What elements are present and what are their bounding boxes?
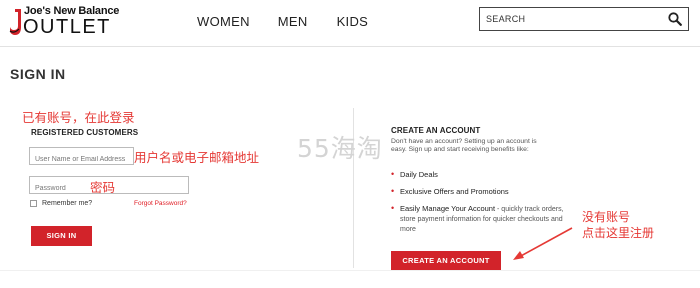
annotation-arrow-icon: [513, 227, 573, 260]
nav-kids[interactable]: KIDS: [337, 14, 369, 29]
benefit-title: Daily Deals: [400, 170, 438, 179]
login-annotation: 已有账号，在此登录: [22, 110, 135, 125]
list-item: Daily Deals: [391, 170, 576, 179]
password-annotation: 密码: [90, 180, 116, 195]
register-annotation-line2: 点击这里注册: [582, 226, 655, 240]
page-title: SIGN IN: [10, 66, 66, 82]
create-account-description: Don't have an account? Setting up an acc…: [391, 138, 537, 153]
search-icon[interactable]: [668, 12, 682, 26]
search-input[interactable]: [486, 11, 656, 27]
register-annotation-line1: 没有账号: [582, 210, 631, 224]
logo-outlet-text: OUTLET: [23, 16, 111, 38]
forgot-password-link[interactable]: Forgot Password?: [134, 200, 187, 207]
remember-me[interactable]: Remember me?: [30, 200, 92, 207]
sign-in-button[interactable]: SIGN IN: [31, 226, 92, 246]
benefit-title: Easily Manage Your Account: [400, 204, 496, 213]
search-box: [479, 7, 689, 31]
username-field[interactable]: [30, 151, 133, 168]
logo-mark-icon: [9, 9, 21, 35]
watermark: 55海淘: [297, 134, 383, 163]
username-annotation: 用户名或电子邮箱地址: [134, 150, 260, 165]
remember-me-label: Remember me?: [42, 200, 93, 207]
footer-divider: [0, 270, 700, 271]
list-item: Exclusive Offers and Promotions: [391, 187, 576, 196]
nav-women[interactable]: WOMEN: [197, 14, 250, 29]
create-account-button[interactable]: CREATE AN ACCOUNT: [391, 251, 501, 270]
benefit-title: Exclusive Offers and Promotions: [400, 187, 509, 196]
username-field-wrapper: [29, 147, 134, 168]
remember-me-checkbox[interactable]: [30, 200, 37, 207]
header-divider: [0, 46, 700, 47]
create-account-heading: CREATE AN ACCOUNT: [391, 126, 481, 135]
site-logo[interactable]: Joe's New Balance OUTLET: [9, 5, 129, 39]
registered-customers-heading: REGISTERED CUSTOMERS: [31, 128, 139, 137]
nav-men[interactable]: MEN: [278, 14, 308, 29]
main-nav: WOMEN MEN KIDS: [197, 14, 368, 29]
